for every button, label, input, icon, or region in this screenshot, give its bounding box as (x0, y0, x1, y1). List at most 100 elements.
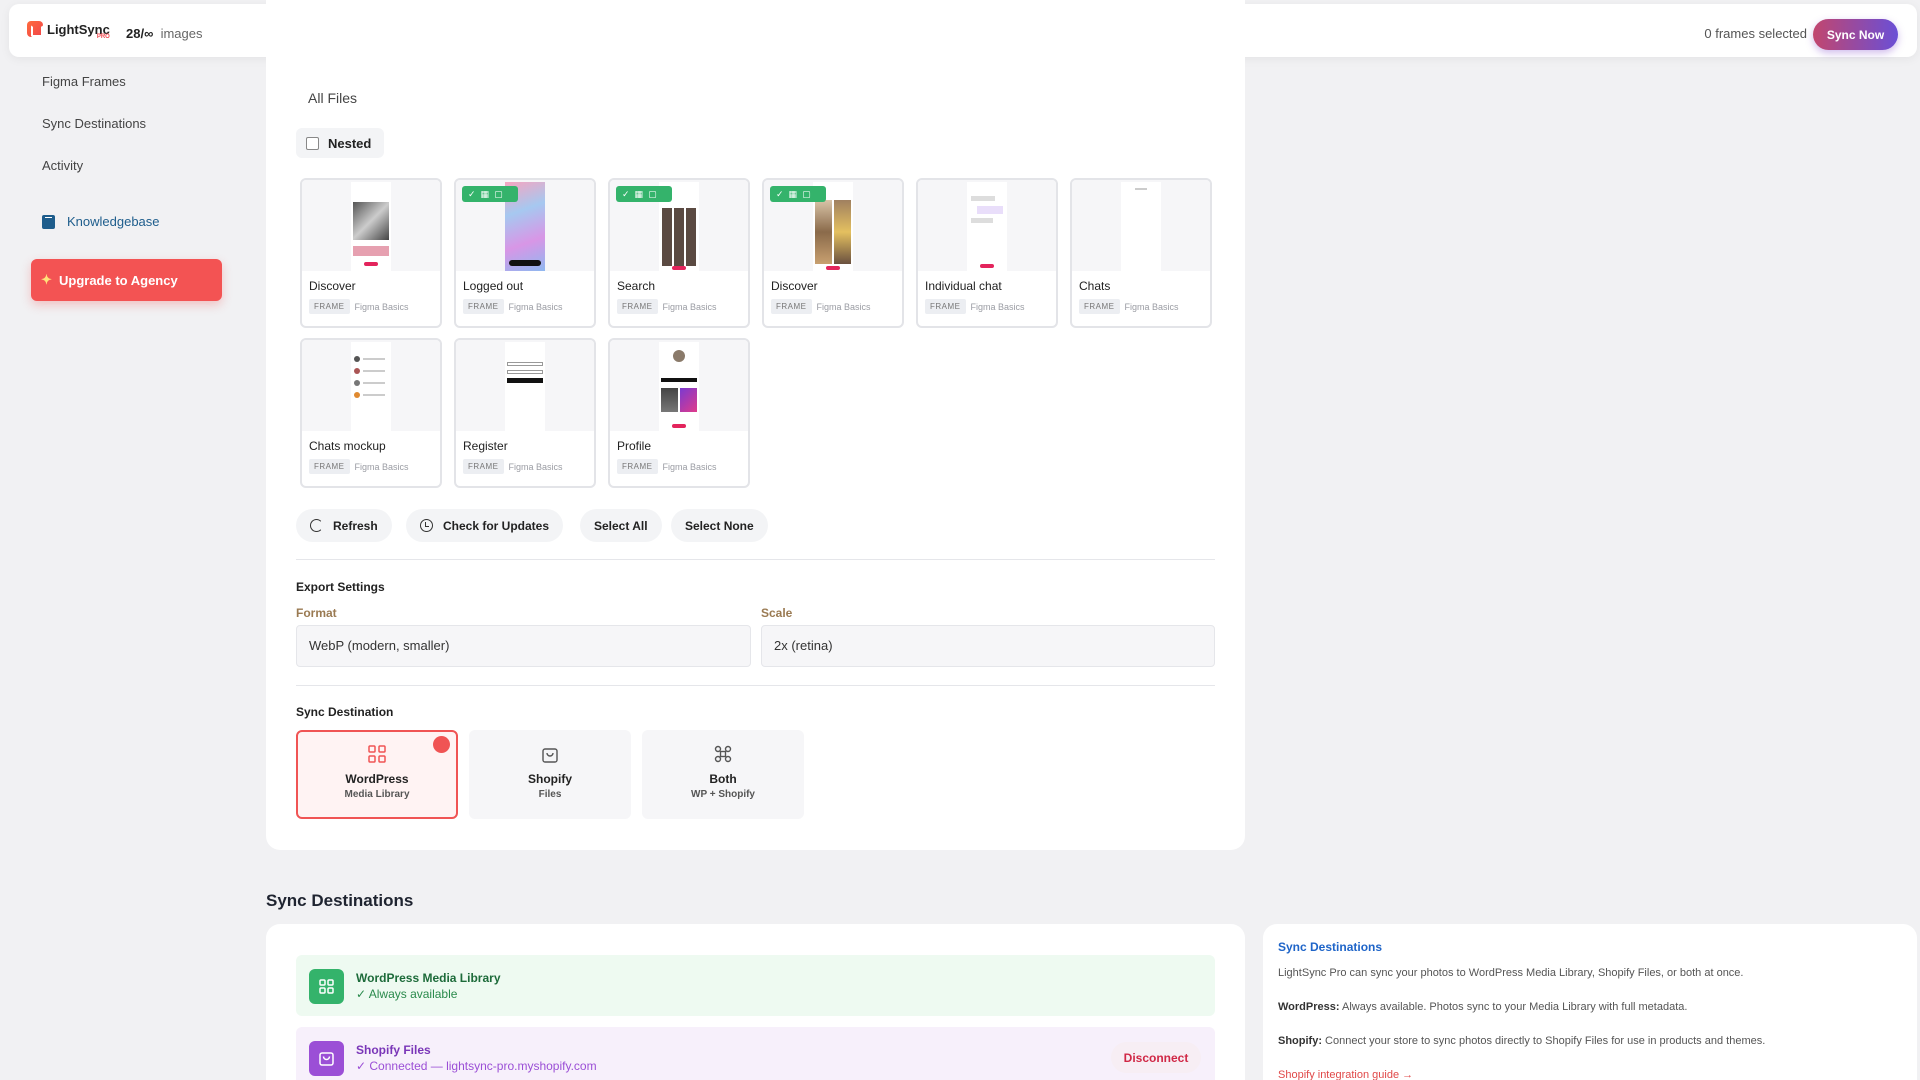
frame-name: Chats mockup (309, 439, 386, 453)
check-updates-label: Check for Updates (443, 518, 550, 533)
wordpress-icon (309, 969, 344, 1004)
format-select[interactable]: WebP (modern, smaller) (296, 625, 751, 667)
frame-tags: FRAME Figma Basics (309, 459, 409, 474)
sidebar-item-knowledgebase[interactable]: Knowledgebase (42, 214, 160, 229)
frame-type-tag: FRAME (925, 299, 966, 314)
frame-tags: FRAME Figma Basics (771, 299, 871, 314)
check-icon: ✓ (468, 188, 476, 199)
sync-destinations-panel: WordPress Media Library ✓ Always availab… (266, 924, 1245, 1080)
frame-type-tag: FRAME (617, 459, 658, 474)
frame-file-name: Figma Basics (662, 461, 717, 472)
destination-title: WordPress (345, 772, 409, 786)
sync-destination-heading: Sync Destination (296, 705, 394, 719)
divider (296, 559, 1215, 560)
grid-icon: ▦ (788, 188, 798, 199)
frame-file-name: Figma Basics (354, 301, 409, 312)
destination-option-both[interactable]: Both WP + Shopify (642, 730, 804, 819)
frame-name: Logged out (463, 279, 524, 293)
sync-destinations-heading: Sync Destinations (266, 891, 414, 910)
scale-label: Scale (761, 606, 793, 620)
frame-tags: FRAME Figma Basics (1079, 299, 1179, 314)
frame-file-name: Figma Basics (662, 301, 717, 312)
frame-thumbnail (1072, 180, 1210, 271)
frame-name: Discover (771, 279, 818, 293)
frames-selected-count: 0 frames selected (1704, 26, 1807, 41)
frame-type-tag: FRAME (617, 299, 658, 314)
frame-card[interactable]: ✓ ▦ ▢ Search FRAME Figma Basics (608, 178, 750, 328)
destination-subtitle: WP + Shopify (691, 789, 755, 800)
grid-icon: ▦ (634, 188, 644, 199)
image-count-value: 28/∞ (126, 26, 154, 41)
selected-badge: ✓ ▦ ▢ (462, 186, 518, 202)
frame-thumbnail (302, 180, 440, 271)
help-shopify-text: Connect your store to sync photos direct… (1322, 1035, 1766, 1047)
frame-name: Search (617, 279, 656, 293)
shopify-guide-link[interactable]: Shopify integration guide → (1278, 1069, 1413, 1080)
refresh-label: Refresh (333, 518, 378, 533)
frame-card[interactable]: Chats FRAME Figma Basics (1070, 178, 1212, 328)
shopping-bag-icon (542, 748, 558, 763)
frame-file-name: Figma Basics (508, 461, 563, 472)
upgrade-to-agency-button[interactable]: ✦ Upgrade to Agency (31, 259, 222, 301)
help-card: Sync Destinations LightSync Pro can sync… (1263, 924, 1917, 1080)
refresh-icon (310, 519, 323, 532)
sync-now-button[interactable]: Sync Now (1813, 19, 1898, 50)
shopify-connection-title: Shopify Files (356, 1043, 431, 1057)
destination-option-shopify[interactable]: Shopify Files (469, 730, 631, 819)
selected-badge: ✓ ▦ ▢ (770, 186, 826, 202)
nested-toggle[interactable]: Nested (296, 128, 384, 158)
refresh-button[interactable]: Refresh (296, 509, 392, 542)
frame-file-name: Figma Basics (816, 301, 871, 312)
phone-preview (505, 342, 545, 431)
frame-card[interactable]: Individual chat FRAME Figma Basics (916, 178, 1058, 328)
image-count-suffix: images (160, 26, 203, 41)
frame-type-tag: FRAME (463, 299, 504, 314)
frame-type-tag: FRAME (309, 459, 350, 474)
sidebar-item-sync-destinations[interactable]: Sync Destinations (42, 116, 146, 131)
select-all-button[interactable]: Select All (580, 509, 662, 542)
check-icon: ✓ (622, 188, 630, 199)
phone-preview (967, 182, 1007, 271)
help-wordpress-text: Always available. Photos sync to your Me… (1339, 1001, 1688, 1013)
sidebar-item-activity[interactable]: Activity (42, 158, 83, 173)
phone-preview (659, 342, 699, 431)
command-icon (714, 745, 732, 763)
frame-type-tag: FRAME (771, 299, 812, 314)
all-files-heading: All Files (308, 90, 358, 106)
frame-tags: FRAME Figma Basics (309, 299, 409, 314)
frame-tags: FRAME Figma Basics (463, 459, 563, 474)
frame-card[interactable]: Chats mockup FRAME Figma Basics (300, 338, 442, 488)
check-for-updates-button[interactable]: Check for Updates (406, 509, 564, 542)
frame-file-name: Figma Basics (1124, 301, 1179, 312)
export-settings-heading: Export Settings (296, 580, 385, 594)
frame-name: Profile (617, 439, 652, 453)
help-wordpress: WordPress: Always available. Photos sync… (1278, 1001, 1687, 1013)
frame-file-name: Figma Basics (354, 461, 409, 472)
select-none-button[interactable]: Select None (671, 509, 768, 542)
book-icon (42, 214, 55, 229)
knowledgebase-label: Knowledgebase (67, 214, 160, 229)
destination-option-wordpress[interactable]: WordPress Media Library (296, 730, 458, 819)
frame-thumbnail (610, 340, 748, 431)
frame-card[interactable]: Discover FRAME Figma Basics (300, 178, 442, 328)
frame-thumbnail (302, 340, 440, 431)
wordpress-connection-status: ✓ Always available (356, 987, 458, 1001)
wordpress-connection: WordPress Media Library ✓ Always availab… (296, 955, 1215, 1016)
help-shopify: Shopify: Connect your store to sync phot… (1278, 1035, 1765, 1047)
frame-card[interactable]: ✓ ▦ ▢ Discover FRAME Figma Basics (762, 178, 904, 328)
phone-preview (1121, 182, 1161, 271)
divider (296, 685, 1215, 686)
frame-card[interactable]: ✓ ▦ ▢ Logged out FRAME Figma Basics (454, 178, 596, 328)
frame-tags: FRAME Figma Basics (617, 459, 717, 474)
sidebar-item-figma-frames[interactable]: Figma Frames (42, 74, 126, 89)
scale-select[interactable]: 2x (retina) (761, 625, 1215, 667)
party-icon: ✦ (41, 272, 52, 287)
destination-title: Both (709, 772, 737, 786)
nested-checkbox[interactable] (306, 136, 319, 150)
lightsync-logo-icon (27, 21, 43, 37)
shopping-bag-icon (319, 1052, 334, 1066)
frame-card[interactable]: Register FRAME Figma Basics (454, 338, 596, 488)
frame-thumbnail (456, 340, 594, 431)
frame-card[interactable]: Profile FRAME Figma Basics (608, 338, 750, 488)
disconnect-button[interactable]: Disconnect (1111, 1042, 1201, 1073)
